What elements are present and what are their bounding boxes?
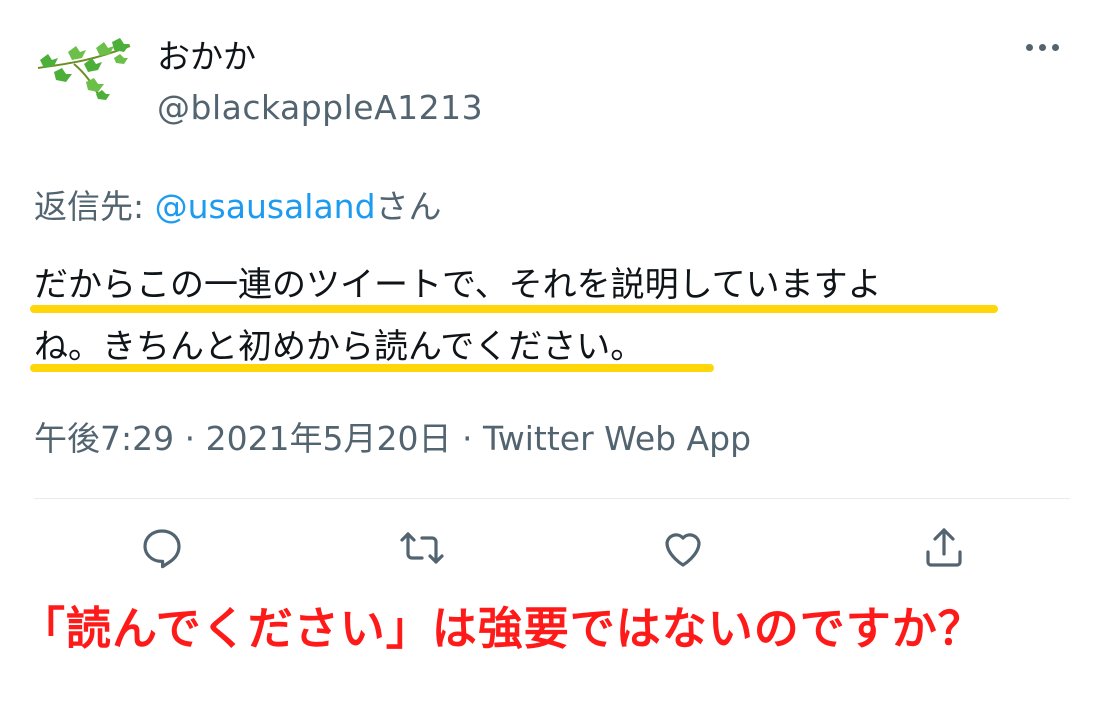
meta-separator: · — [451, 419, 484, 458]
divider — [34, 498, 1070, 499]
source-link[interactable]: Twitter Web App — [483, 419, 751, 458]
share-icon — [926, 528, 962, 567]
like-button[interactable] — [655, 522, 711, 574]
timestamp[interactable]: 午後7:29 · 2021年5月20日 — [34, 419, 452, 458]
reply-to-prefix: 返信先: — [34, 187, 155, 226]
heart-icon — [665, 533, 701, 567]
tweet-metadata: 午後7:29 · 2021年5月20日 · Twitter Web App — [34, 412, 751, 460]
more-options-icon[interactable] — [1026, 36, 1070, 58]
reply-button[interactable] — [134, 522, 190, 574]
user-handle[interactable]: @blackappleA1213 — [157, 88, 483, 127]
avatar[interactable] — [34, 38, 134, 104]
reply-icon — [143, 529, 181, 569]
reply-to-mention-link[interactable]: @usausaland — [155, 187, 376, 226]
tweet-text: だからこの一連のツイートで、それを説明していますよ ね。きちんと初めから読んでく… — [34, 254, 1044, 378]
reply-to-line: 返信先: @usausalandさん — [34, 180, 442, 228]
display-name[interactable]: おかか — [157, 30, 256, 78]
reply-to-suffix: さん — [375, 187, 442, 226]
ivy-leaves-icon — [37, 38, 131, 100]
annotation-caption: 「読んでください」は強要ではないのですか？ — [20, 602, 984, 655]
retweet-icon — [400, 532, 444, 564]
share-button[interactable] — [916, 522, 972, 574]
highlight-underline — [30, 305, 998, 313]
highlight-underline — [30, 364, 714, 372]
retweet-button[interactable] — [394, 522, 450, 574]
